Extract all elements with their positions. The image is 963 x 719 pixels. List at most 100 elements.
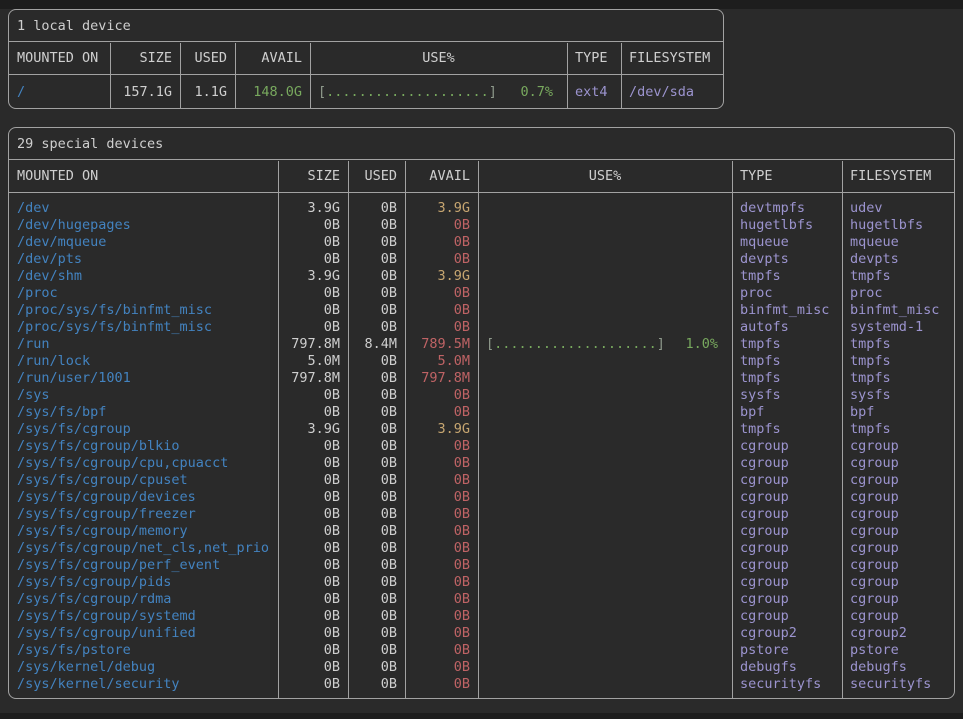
mount-point-cell: /sys/fs/cgroup/cpu,cpuacct [9,455,278,471]
terminal-screen: { "colors": { "background": "#2a2a2a", "… [0,9,963,719]
filesystem-cell: hugetlbfs [842,217,954,233]
avail-cell: 0B [405,574,478,590]
size-cell: 0B [278,659,348,675]
mount-point-cell: /sys/fs/cgroup [9,421,278,437]
size-cell: 3.9G [278,268,348,284]
usage-bar-open-bracket: [ [318,84,326,100]
mount-row: /run/user/1001 797.8M 0B 797.8M tmpfs tm… [9,369,954,386]
mount-point-cell: /sys/fs/cgroup/devices [9,489,278,505]
mount-row: /sys/fs/cgroup/cpuset 0B 0B 0B cgroup cg… [9,471,954,488]
filesystem-cell: pstore [842,642,954,658]
mount-row: /sys 0B 0B 0B sysfs sysfs [9,386,954,403]
filesystem-cell: tmpfs [842,421,954,437]
mount-row: /dev/mqueue 0B 0B 0B mqueue mqueue [9,233,954,250]
size-cell: 0B [278,591,348,607]
avail-cell: 148.0G [235,84,310,100]
filesystem-cell: cgroup [842,591,954,607]
size-cell: 0B [278,506,348,522]
size-cell: 0B [278,387,348,403]
used-cell: 0B [348,591,405,607]
column-header-used: USED [348,168,405,184]
avail-cell: 0B [405,285,478,301]
usage-bar-close-bracket: ] [489,84,497,100]
type-cell: hugetlbfs [732,217,842,233]
size-cell: 0B [278,455,348,471]
column-header-mounted-on: MOUNTED ON [9,50,110,66]
avail-cell: 0B [405,234,478,250]
size-cell: 0B [278,523,348,539]
mount-row: /sys/fs/bpf 0B 0B 0B bpf bpf [9,403,954,420]
mount-point-cell: /sys/fs/cgroup/unified [9,625,278,641]
filesystem-cell: /dev/sda [621,84,723,100]
type-cell: cgroup [732,608,842,624]
mount-row: /proc 0B 0B 0B proc proc [9,284,954,301]
column-header-size: SIZE [110,50,180,66]
mount-row: /sys/kernel/debug 0B 0B 0B debugfs debug… [9,658,954,675]
used-cell: 0B [348,506,405,522]
mount-point-cell: /sys [9,387,278,403]
usage-bar-close-bracket: ] [657,336,665,352]
local-table-title-row: 1 local device [9,10,723,42]
type-cell: autofs [732,319,842,335]
type-cell: cgroup [732,540,842,556]
mount-row: /sys/fs/cgroup/cpu,cpuacct 0B 0B 0B cgro… [9,454,954,471]
special-table-header-row: MOUNTED ON SIZE USED AVAIL USE% TYPE FIL… [9,160,954,193]
filesystem-cell: proc [842,285,954,301]
type-cell: mqueue [732,234,842,250]
used-cell: 0B [348,438,405,454]
usage-percent: 1.0% [685,336,718,352]
mount-row: /dev/shm 3.9G 0B 3.9G tmpfs tmpfs [9,267,954,284]
filesystem-cell: mqueue [842,234,954,250]
type-cell: cgroup [732,489,842,505]
size-cell: 0B [278,557,348,573]
mount-point-cell: /sys/fs/cgroup/net_cls,net_prio [9,540,278,556]
mount-row: /sys/fs/cgroup 3.9G 0B 3.9G tmpfs tmpfs [9,420,954,437]
used-cell: 8.4M [348,336,405,352]
type-cell: cgroup [732,438,842,454]
type-cell: cgroup [732,557,842,573]
usage-bar-open-bracket: [ [486,336,494,352]
type-cell: cgroup [732,591,842,607]
column-header-filesystem: FILESYSTEM [842,168,954,184]
mount-point-cell: /dev/pts [9,251,278,267]
size-cell: 5.0M [278,353,348,369]
mount-row: /run/lock 5.0M 0B 5.0M tmpfs tmpfs [9,352,954,369]
used-cell: 0B [348,200,405,216]
size-cell: 0B [278,251,348,267]
size-cell: 0B [278,438,348,454]
column-header-use-percent: USE% [478,168,732,184]
size-cell: 797.8M [278,336,348,352]
usage-cell: [....................] 1.0% [478,336,732,352]
mount-row: /sys/fs/cgroup/unified 0B 0B 0B cgroup2 … [9,624,954,641]
avail-cell: 0B [405,625,478,641]
used-cell: 0B [348,421,405,437]
type-cell: ext4 [567,84,621,100]
mount-row: /sys/fs/cgroup/rdma 0B 0B 0B cgroup cgro… [9,590,954,607]
filesystem-cell: cgroup [842,506,954,522]
mount-row: / 157.1G 1.1G 148.0G [..................… [9,75,723,108]
column-header-avail: AVAIL [235,50,310,66]
size-cell: 0B [278,608,348,624]
size-cell: 0B [278,540,348,556]
mount-point-cell: / [9,84,110,100]
mount-point-cell: /run/lock [9,353,278,369]
filesystem-cell: cgroup [842,438,954,454]
mount-point-cell: /dev [9,200,278,216]
type-cell: binfmt_misc [732,302,842,318]
usage-bar-dots: .................... [326,84,489,100]
mount-row: /sys/fs/cgroup/memory 0B 0B 0B cgroup cg… [9,522,954,539]
mount-point-cell: /sys/fs/cgroup/freezer [9,506,278,522]
special-table-body: /dev 3.9G 0B 3.9G devtmpfs udev /dev/hug… [9,193,954,698]
type-cell: cgroup [732,506,842,522]
avail-cell: 0B [405,642,478,658]
type-cell: cgroup2 [732,625,842,641]
filesystem-cell: cgroup [842,523,954,539]
filesystem-cell: cgroup [842,540,954,556]
mount-point-cell: /dev/hugepages [9,217,278,233]
mount-row: /proc/sys/fs/binfmt_misc 0B 0B 0B binfmt… [9,301,954,318]
mount-point-cell: /run/user/1001 [9,370,278,386]
mount-row: /sys/fs/cgroup/blkio 0B 0B 0B cgroup cgr… [9,437,954,454]
avail-cell: 0B [405,591,478,607]
usage-cell: [....................] 0.7% [310,84,567,100]
filesystem-cell: cgroup [842,472,954,488]
